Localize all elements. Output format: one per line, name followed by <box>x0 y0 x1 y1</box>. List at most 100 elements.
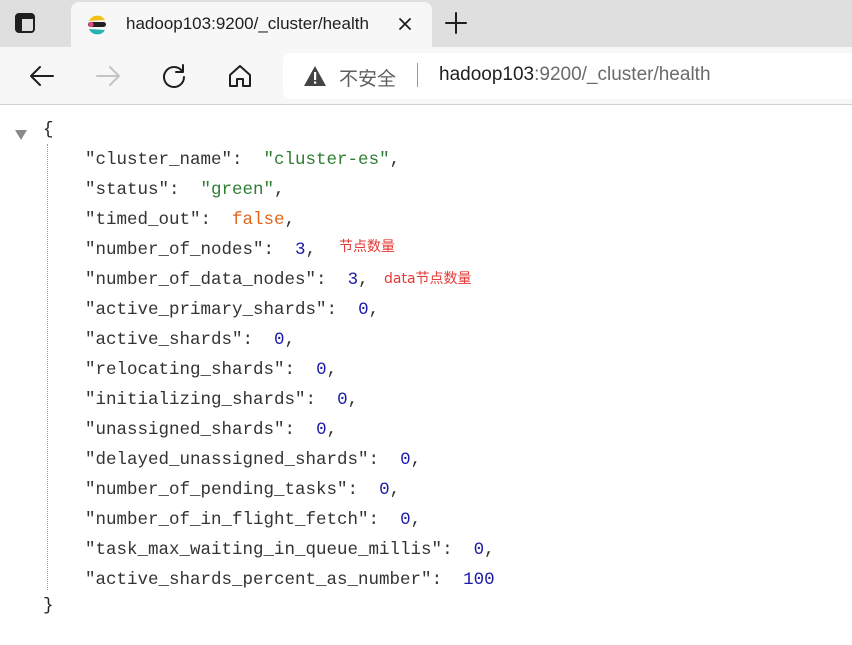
json-entry: "number_of_nodes": 3, <box>85 240 316 260</box>
annotation-nodes: 节点数量 <box>339 239 395 255</box>
address-bar[interactable]: 不安全 hadoop103:9200/_cluster/health <box>283 53 852 99</box>
json-value: 0 <box>274 330 285 350</box>
annotation-data-nodes: data节点数量 <box>384 271 472 287</box>
json-value: 0 <box>379 480 390 500</box>
json-key: "number_of_nodes" <box>85 240 264 260</box>
forward-arrow-icon[interactable] <box>94 62 122 90</box>
json-key: "unassigned_shards" <box>85 420 285 440</box>
collapse-triangle-icon[interactable] <box>14 128 28 140</box>
json-comma: , <box>284 330 296 350</box>
json-open-brace: { <box>43 120 54 140</box>
json-entry: "relocating_shards": 0, <box>85 360 337 380</box>
indent-guide <box>47 144 48 590</box>
tab-strip: hadoop103:9200/_cluster/health <box>0 0 852 47</box>
address-separator <box>417 63 418 87</box>
url-host: hadoop103 <box>439 64 535 85</box>
json-colon: : <box>326 300 359 320</box>
json-entry: "active_primary_shards": 0, <box>85 300 379 320</box>
url-text[interactable]: hadoop103:9200/_cluster/health <box>439 64 711 86</box>
elastic-favicon-icon <box>86 14 108 36</box>
json-comma: , <box>484 540 495 560</box>
json-colon: : <box>200 210 233 230</box>
url-path: :9200/_cluster/health <box>534 64 711 85</box>
json-colon: : <box>368 510 401 530</box>
json-key: "timed_out" <box>85 210 201 230</box>
json-value: false <box>232 210 285 230</box>
json-entry: "status": "green", <box>85 180 285 200</box>
json-colon: : <box>347 480 380 500</box>
json-colon: : <box>263 240 296 260</box>
json-comma: , <box>410 510 422 530</box>
json-comma: , <box>368 300 380 320</box>
json-colon: : <box>169 180 201 200</box>
json-colon: : <box>232 150 264 170</box>
json-value: 0 <box>400 510 411 530</box>
json-colon: : <box>305 390 338 410</box>
json-entry: "unassigned_shards": 0, <box>85 420 337 440</box>
json-comma: , <box>389 150 401 170</box>
json-value: 3 <box>347 270 359 290</box>
json-viewer: { "cluster_name": "cluster-es", "status":… <box>0 106 852 645</box>
json-colon: : <box>431 570 464 590</box>
json-key: "active_shards" <box>85 330 243 350</box>
json-value: 0 <box>316 420 327 440</box>
json-key: "active_primary_shards" <box>85 300 327 320</box>
refresh-icon[interactable] <box>160 62 188 90</box>
json-colon: : <box>242 330 275 350</box>
tab-title: hadoop103:9200/_cluster/health <box>126 14 369 33</box>
json-key: "number_of_pending_tasks" <box>85 480 348 500</box>
json-comma: , <box>305 240 317 260</box>
json-entry: "number_of_data_nodes": 3, <box>85 270 369 290</box>
json-value: 100 <box>463 570 495 590</box>
back-arrow-icon[interactable] <box>28 62 56 90</box>
json-entry: "number_of_in_flight_fetch": 0, <box>85 510 421 530</box>
json-key: "status" <box>85 180 170 200</box>
json-comma: , <box>284 210 296 230</box>
json-comma: , <box>358 270 369 290</box>
json-colon: : <box>368 450 401 470</box>
home-icon[interactable] <box>226 62 254 90</box>
json-value: 0 <box>400 450 411 470</box>
json-key: "cluster_name" <box>85 150 233 170</box>
browser-tab-active[interactable]: hadoop103:9200/_cluster/health <box>71 2 432 47</box>
json-value: 0 <box>473 540 485 560</box>
json-key: "active_shards_percent_as_number" <box>85 570 432 590</box>
json-comma: , <box>347 390 359 410</box>
json-comma: , <box>410 450 422 470</box>
json-comma: , <box>326 420 338 440</box>
browser-toolbar: 不安全 hadoop103:9200/_cluster/health <box>0 47 852 105</box>
json-comma: , <box>274 180 285 200</box>
json-value: 0 <box>337 390 348 410</box>
json-colon: : <box>284 420 317 440</box>
json-entry: "timed_out": false, <box>85 210 295 230</box>
warning-icon[interactable] <box>303 65 327 87</box>
json-entry: "active_shards": 0, <box>85 330 295 350</box>
json-comma: , <box>326 360 338 380</box>
json-value: 0 <box>358 300 369 320</box>
json-entry: "number_of_pending_tasks": 0, <box>85 480 400 500</box>
json-entry: "delayed_unassigned_shards": 0, <box>85 450 421 470</box>
json-value: 3 <box>295 240 306 260</box>
json-key: "delayed_unassigned_shards" <box>85 450 369 470</box>
security-label[interactable]: 不安全 <box>339 64 396 91</box>
json-key: "relocating_shards" <box>85 360 285 380</box>
close-icon[interactable] <box>396 15 414 33</box>
json-key: "number_of_data_nodes" <box>85 270 317 290</box>
json-key: "number_of_in_flight_fetch" <box>85 510 369 530</box>
json-entry: "cluster_name": "cluster-es", <box>85 150 400 170</box>
json-value: 0 <box>316 360 327 380</box>
json-value: "green" <box>200 180 275 200</box>
json-entry: "initializing_shards": 0, <box>85 390 358 410</box>
json-colon: : <box>442 540 474 560</box>
json-key: "initializing_shards" <box>85 390 306 410</box>
tab-actions-icon[interactable] <box>14 12 36 34</box>
json-colon: : <box>284 360 317 380</box>
json-comma: , <box>389 480 401 500</box>
json-entry: "active_shards_percent_as_number": 100 <box>85 570 495 590</box>
json-close-brace: } <box>43 596 54 616</box>
json-value: "cluster-es" <box>263 150 390 170</box>
json-key: "task_max_waiting_in_queue_millis" <box>85 540 443 560</box>
plus-icon[interactable] <box>444 11 468 35</box>
json-entry: "task_max_waiting_in_queue_millis": 0, <box>85 540 495 560</box>
json-colon: : <box>316 270 348 290</box>
